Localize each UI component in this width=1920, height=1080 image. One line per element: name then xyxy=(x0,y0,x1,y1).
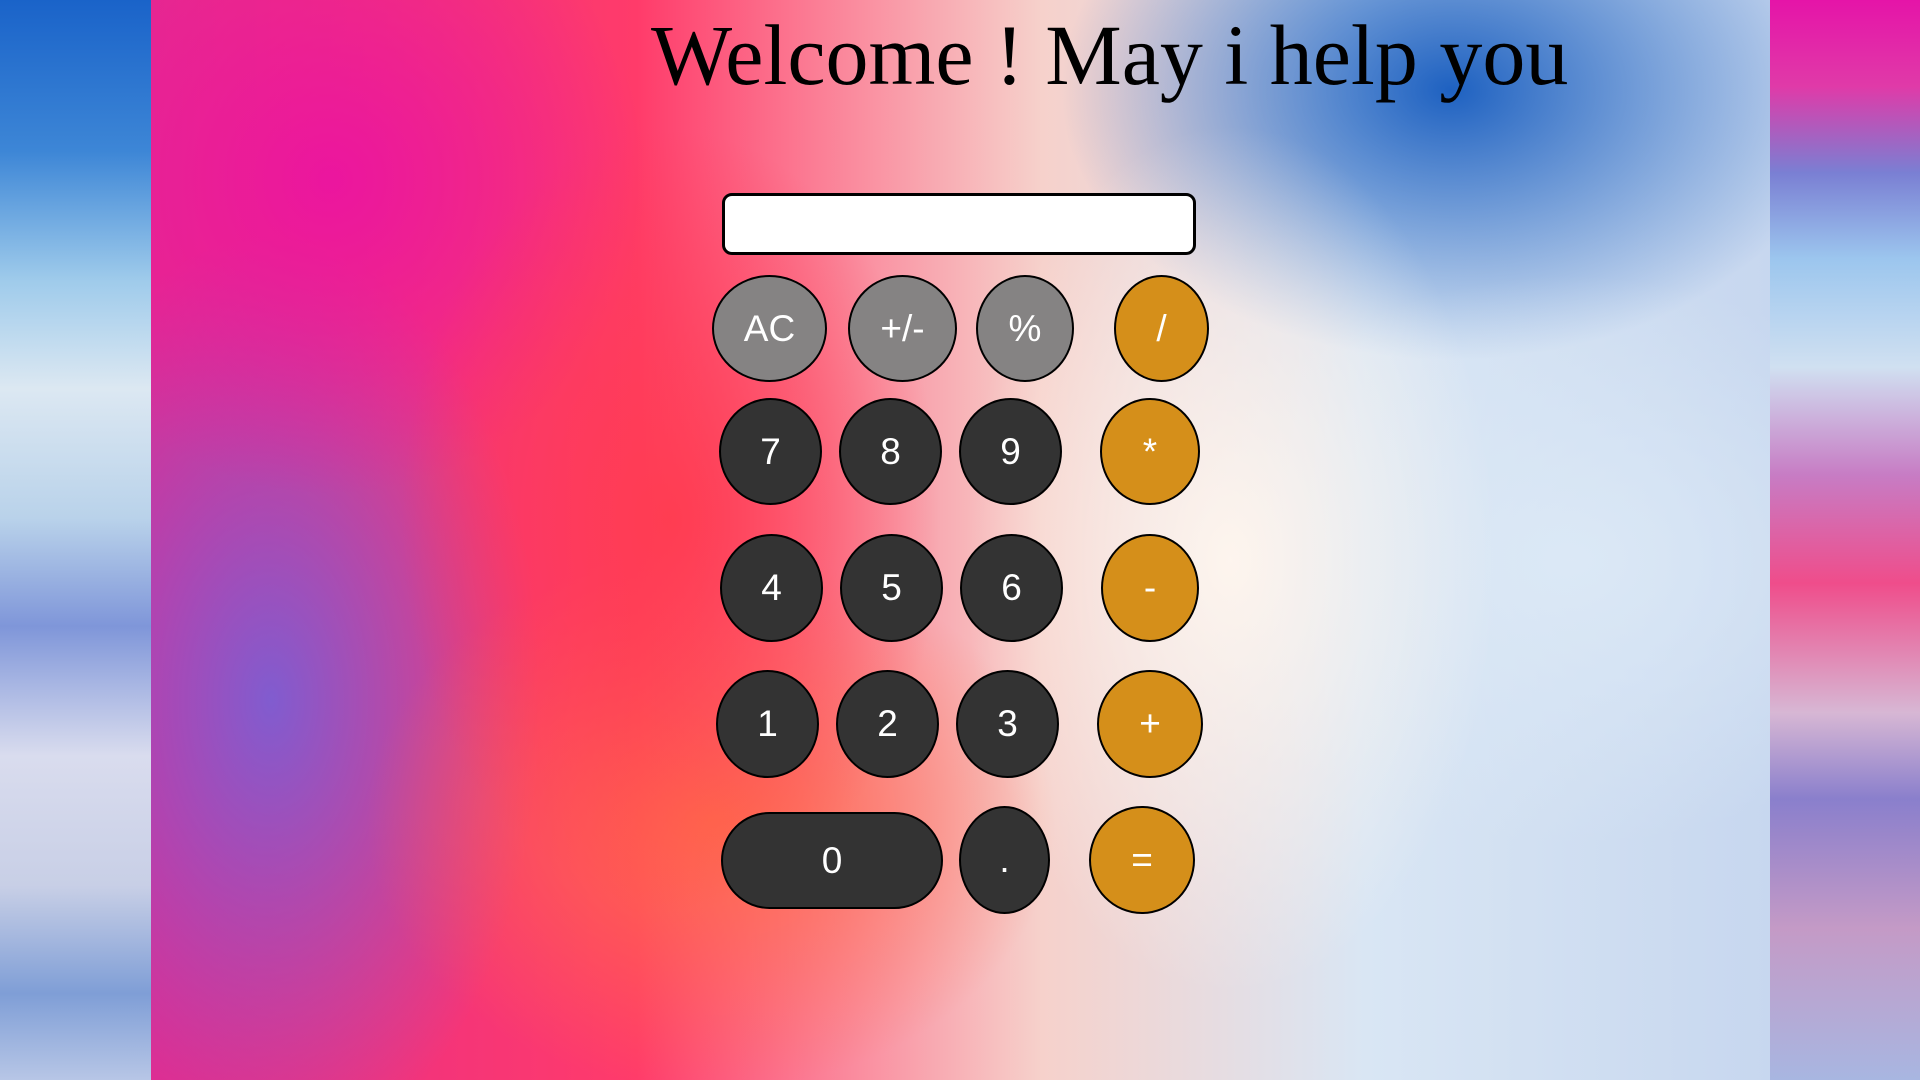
plus-minus-button[interactable]: +/- xyxy=(848,275,957,382)
wallpaper-background xyxy=(151,0,1770,1080)
page-title: Welcome ! May i help you xyxy=(651,7,1569,103)
background-right-strip xyxy=(1770,0,1920,1080)
digit-5-button[interactable]: 5 xyxy=(840,534,943,642)
decimal-button[interactable]: . xyxy=(959,806,1050,914)
digit-4-button[interactable]: 4 xyxy=(720,534,823,642)
background-left-strip xyxy=(0,0,151,1080)
digit-6-button[interactable]: 6 xyxy=(960,534,1063,642)
plus-button[interactable]: + xyxy=(1097,670,1203,778)
clear-button[interactable]: AC xyxy=(712,275,827,382)
digit-3-button[interactable]: 3 xyxy=(956,670,1059,778)
divide-button[interactable]: / xyxy=(1114,275,1209,382)
equals-button[interactable]: = xyxy=(1089,806,1195,914)
digit-8-button[interactable]: 8 xyxy=(839,398,942,505)
multiply-button[interactable]: * xyxy=(1100,398,1200,505)
digit-7-button[interactable]: 7 xyxy=(719,398,822,505)
digit-9-button[interactable]: 9 xyxy=(959,398,1062,505)
digit-2-button[interactable]: 2 xyxy=(836,670,939,778)
calculator-display[interactable] xyxy=(722,193,1196,255)
minus-button[interactable]: - xyxy=(1101,534,1199,642)
digit-1-button[interactable]: 1 xyxy=(716,670,819,778)
percent-button[interactable]: % xyxy=(976,275,1074,382)
digit-0-button[interactable]: 0 xyxy=(721,812,943,909)
